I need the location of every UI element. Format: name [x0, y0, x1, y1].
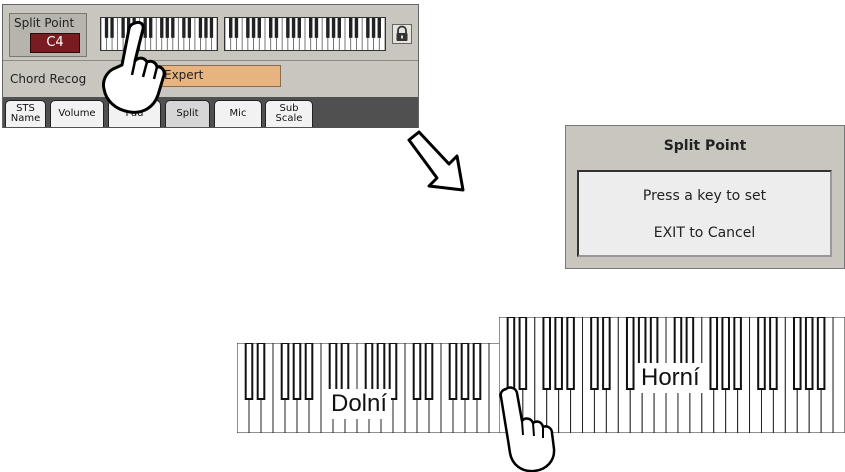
split-point-value[interactable]: C4: [30, 33, 80, 53]
dialog-instruction: Press a key to set: [642, 188, 767, 204]
black-key: [209, 18, 214, 38]
black-key: [371, 18, 376, 38]
black-key: [757, 317, 766, 390]
pointing-hand-icon: [499, 386, 556, 472]
black-key: [291, 18, 296, 38]
black-key: [709, 317, 719, 390]
split-point-label: Split Point: [14, 16, 75, 30]
black-key: [792, 317, 802, 390]
black-key: [506, 317, 516, 390]
black-key: [804, 317, 814, 390]
black-key: [292, 343, 302, 400]
black-key: [354, 18, 359, 38]
black-key: [554, 317, 563, 390]
black-key: [566, 317, 575, 390]
black-key: [246, 18, 250, 38]
black-key: [733, 317, 742, 390]
lock-icon[interactable]: [392, 24, 412, 44]
arrow-icon: [407, 130, 465, 192]
black-key: [171, 18, 175, 38]
lock-glyph: [396, 25, 408, 41]
black-key: [337, 18, 341, 38]
black-key: [816, 317, 826, 390]
black-key: [769, 317, 778, 390]
upper-zone-label: Horní: [637, 363, 704, 393]
black-key: [251, 18, 256, 38]
black-key: [304, 343, 314, 400]
black-key: [331, 18, 336, 38]
split-point-box[interactable]: Split Point C4: [9, 13, 87, 57]
black-key: [314, 18, 319, 38]
black-key: [377, 18, 381, 38]
black-key: [234, 18, 239, 38]
split-keyboard-right[interactable]: [224, 17, 386, 51]
split-point-dialog: Split Point Press a key to set EXIT to C…: [565, 125, 845, 269]
black-key: [257, 18, 261, 38]
black-key: [460, 343, 470, 400]
black-key: [349, 18, 353, 38]
chord-recognition-value: Expert: [164, 68, 204, 82]
chord-recognition-label: Chord Recog: [10, 72, 87, 86]
panel-divider: [3, 60, 418, 61]
dialog-title: Split Point: [663, 138, 747, 154]
lower-keyboard-zone: [237, 343, 501, 433]
white-key: [832, 317, 845, 433]
black-key: [274, 18, 279, 38]
black-key: [472, 343, 482, 400]
black-key: [204, 18, 208, 38]
black-key: [297, 18, 301, 38]
black-key: [256, 343, 266, 400]
split-point-panel: Split Point C4 Chord Recog ▼ Expert STS …: [2, 4, 419, 128]
black-key: [625, 317, 635, 390]
lower-zone-label: Dolní: [327, 389, 392, 419]
dialog-exit-hint: EXIT to Cancel: [653, 225, 756, 241]
black-key: [326, 18, 330, 38]
black-key: [721, 317, 730, 390]
black-key: [412, 343, 422, 400]
black-key: [518, 317, 528, 390]
black-key: [280, 343, 290, 400]
tab-sub-scale[interactable]: Sub Scale: [265, 100, 313, 127]
keyboard-keys-right: [224, 18, 386, 50]
black-key: [269, 18, 273, 38]
black-key: [187, 18, 192, 38]
black-key: [286, 18, 290, 38]
black-key: [542, 317, 552, 390]
tab-split[interactable]: Split: [165, 100, 210, 127]
tab-sts-name[interactable]: STS Name: [5, 100, 46, 127]
black-key: [366, 18, 370, 38]
pointing-hand-icon: [102, 20, 166, 114]
tab-mic[interactable]: Mic: [214, 100, 262, 127]
black-key: [182, 18, 186, 38]
black-key: [590, 317, 599, 390]
black-key: [229, 18, 233, 38]
black-key: [244, 343, 254, 400]
black-key: [602, 317, 611, 390]
black-key: [198, 18, 203, 38]
dialog-message-box: Press a key to set EXIT to Cancel: [577, 170, 832, 257]
black-key: [424, 343, 434, 400]
black-key: [448, 343, 458, 400]
black-key: [309, 18, 313, 38]
